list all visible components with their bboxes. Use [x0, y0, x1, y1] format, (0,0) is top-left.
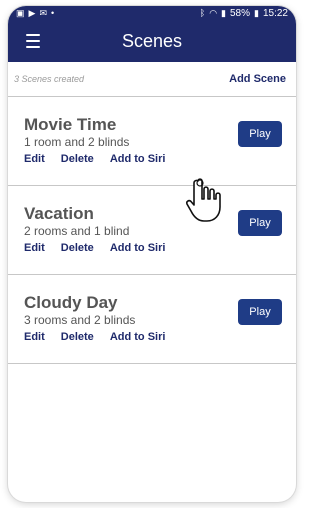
battery-icon: ▮ — [254, 7, 259, 18]
scene-item: Vacation 2 rooms and 1 blind Edit Delete… — [8, 186, 296, 275]
signal-icon: ▮ — [221, 7, 226, 18]
status-left-icons: ▣ ▶ ✉ • — [16, 7, 55, 18]
edit-link[interactable]: Edit — [24, 331, 45, 343]
scene-item: Movie Time 1 room and 2 blinds Edit Dele… — [8, 97, 296, 186]
scene-name: Movie Time — [24, 115, 117, 134]
dot-icon: • — [50, 7, 55, 18]
add-to-siri-link[interactable]: Add to Siri — [110, 242, 166, 254]
battery-percent: 58% — [230, 7, 251, 19]
play-store-icon: ▶ — [28, 7, 36, 18]
scene-description: 1 room and 2 blinds — [24, 135, 130, 149]
gallery-icon: ▣ — [16, 7, 25, 18]
play-button[interactable]: Play — [238, 121, 282, 147]
mail-icon: ✉ — [39, 7, 47, 18]
status-bar: ▣ ▶ ✉ • ᛒ ◠ ▮ 58% ▮ 15:22 — [8, 6, 296, 20]
play-button[interactable]: Play — [238, 299, 282, 325]
app-bar: Scenes — [8, 20, 296, 62]
scene-item: Cloudy Day 3 rooms and 2 blinds Edit Del… — [8, 275, 296, 364]
add-scene-button[interactable]: Add Scene — [229, 73, 286, 85]
add-to-siri-link[interactable]: Add to Siri — [110, 153, 166, 165]
scene-name: Cloudy Day — [24, 293, 118, 312]
status-time: 15:22 — [262, 7, 288, 19]
phone-screen: ▣ ▶ ✉ • ᛒ ◠ ▮ 58% ▮ 15:22 Scenes 3 Scene… — [8, 6, 296, 502]
scenes-subheader: 3 Scenes created Add Scene — [8, 62, 296, 97]
scene-description: 2 rooms and 1 blind — [24, 224, 130, 238]
scene-actions: Edit Delete Add to Siri — [24, 242, 165, 254]
delete-link[interactable]: Delete — [61, 242, 94, 254]
edit-link[interactable]: Edit — [24, 242, 45, 254]
add-to-siri-link[interactable]: Add to Siri — [110, 331, 166, 343]
edit-link[interactable]: Edit — [24, 153, 45, 165]
status-right-icons: ᛒ ◠ ▮ 58% ▮ 15:22 — [200, 8, 288, 19]
bluetooth-icon: ᛒ — [199, 7, 206, 18]
scene-description: 3 rooms and 2 blinds — [24, 313, 136, 327]
scene-actions: Edit Delete Add to Siri — [24, 331, 165, 343]
hamburger-menu-icon[interactable] — [26, 29, 46, 53]
scene-actions: Edit Delete Add to Siri — [24, 153, 165, 165]
play-button[interactable]: Play — [238, 210, 282, 236]
delete-link[interactable]: Delete — [61, 331, 94, 343]
wifi-icon: ◠ — [209, 7, 218, 18]
scene-name: Vacation — [24, 204, 94, 223]
hand-pointer-icon — [186, 178, 221, 222]
delete-link[interactable]: Delete — [61, 153, 94, 165]
scene-count: 3 Scenes created — [14, 74, 85, 84]
page-title: Scenes — [121, 30, 183, 51]
